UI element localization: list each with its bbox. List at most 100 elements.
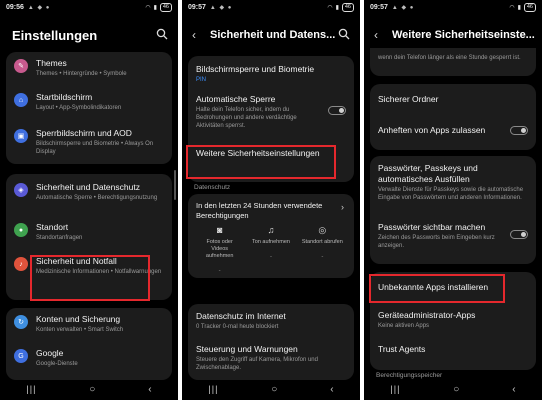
settings-item-lock-screen[interactable]: ▣ Sperrbildschirm und AOD Bildschirmsper… <box>6 122 172 164</box>
item-value: PIN <box>196 77 207 83</box>
permission-label: Ton aufnehmen <box>252 239 290 245</box>
home-button[interactable]: ○ <box>271 384 277 395</box>
screen-lock-biometrics-item[interactable]: Bildschirmsperre und Biometrie PIN <box>188 56 354 88</box>
settings-item-subtitle: Bildschirmsperre und Biometrie • Always … <box>36 141 154 155</box>
mic-icon: ♫ <box>267 225 275 235</box>
item-title: Steuerung und Warnungen <box>196 344 298 354</box>
permissions-card[interactable]: In den letzten 24 Stunden verwendete Ber… <box>188 194 354 278</box>
passwords-card: Passwörter, Passkeys und automatisches A… <box>370 156 536 264</box>
signal-icon: ▮ <box>517 4 521 11</box>
permission-label: Fotos oder Videos aufnehmen <box>205 239 234 259</box>
settings-item-accounts-backup[interactable]: ↻ Konten und Sicherung Konten verwalten … <box>6 308 172 342</box>
settings-item-subtitle: Themes • Hintergründe • Symbole <box>36 71 127 77</box>
status-time: 09:56 <box>6 3 24 11</box>
settings-item-themes[interactable]: ✎ Themes Themes • Hintergründe • Symbole <box>6 52 172 86</box>
controls-alerts-item[interactable]: Steuerung und Warnungen Steuere den Zugr… <box>188 338 354 380</box>
bell-icon: ♪ <box>14 257 28 271</box>
notification-icons: ▲ ◆ ● <box>209 4 233 11</box>
home-icon: ⌂ <box>14 93 28 107</box>
nav-bar: ||| ○ ‹ <box>364 378 542 400</box>
settings-item-title: Standort <box>36 222 69 232</box>
top-card-text: wenn dein Telefon länger als eine Stunde… <box>378 55 521 61</box>
settings-item-title: Sicherheit und Datenschutz <box>36 182 140 192</box>
recent-apps-button[interactable]: ||| <box>208 384 218 394</box>
recent-apps-button[interactable]: ||| <box>390 384 400 394</box>
app-pinning-toggle[interactable] <box>510 126 528 135</box>
back-button[interactable]: ‹ <box>512 384 515 395</box>
recent-apps-button[interactable]: ||| <box>26 384 36 394</box>
settings-item-home-screen[interactable]: ⌂ Startbildschirm Layout • App-Symbolind… <box>6 86 172 122</box>
folder-card: Sicherer Ordner Anheften von Apps zulass… <box>370 84 536 150</box>
permission-value: - <box>321 254 324 260</box>
home-button[interactable]: ○ <box>89 384 95 395</box>
app-pinning-item[interactable]: Anheften von Apps zulassen <box>370 116 536 150</box>
battery-icon: 46 <box>159 2 172 12</box>
scrollbar[interactable] <box>174 170 176 200</box>
top-card: wenn dein Telefon länger als eine Stunde… <box>370 48 536 76</box>
settings-item-title: Themes <box>36 58 67 68</box>
status-bar: 09:56 ▲ ◆ ● ◠ ▮ 46 <box>0 0 178 14</box>
highlight-box <box>369 274 505 303</box>
settings-item-google[interactable]: G Google Google-Dienste <box>6 342 172 376</box>
permission-microphone[interactable]: ♫ Ton aufnehmen - <box>250 225 292 274</box>
permission-location[interactable]: ◎ Standort abrufen - <box>301 225 343 274</box>
battery-icon: 46 <box>523 2 536 12</box>
status-bar: 09:57 ▲ ◆ ● ◠ ▮ 46 <box>364 0 542 14</box>
highlight-box <box>186 145 336 179</box>
more-security-settings-screen: 09:57 ▲ ◆ ● ◠ ▮ 46 ‹ Weitere Sicherheits… <box>364 0 542 400</box>
item-title: Passwörter sichtbar machen <box>378 222 486 232</box>
home-button[interactable]: ○ <box>453 384 459 395</box>
search-icon[interactable] <box>156 28 168 40</box>
settings-item-title: Konten und Sicherung <box>36 314 121 324</box>
show-passwords-item[interactable]: Passwörter sichtbar machen Zeichen des P… <box>370 216 536 264</box>
secure-folder-item[interactable]: Sicherer Ordner <box>370 84 536 116</box>
item-subtitle: Keine aktiven Apps <box>378 323 430 329</box>
permission-label: Standort abrufen <box>301 239 343 245</box>
settings-item-security-privacy[interactable]: ◈ Sicherheit und Datenschutz Automatisch… <box>6 174 172 216</box>
settings-item-subtitle: Layout • App-Symbolindikatoren <box>36 105 122 111</box>
auto-lock-item[interactable]: Automatische Sperre Halte dein Telefon s… <box>188 88 354 138</box>
item-subtitle: Verwalte Dienste für Passkeys sowie die … <box>378 187 524 201</box>
item-subtitle: Zeichen des Passworts beim Eingeben kurz… <box>378 235 495 249</box>
security-privacy-screen: 09:57 ▲ ◆ ● ◠ ▮ 46 ‹ Sicherheit und Date… <box>182 0 360 400</box>
battery-icon: 46 <box>341 2 354 12</box>
passwords-autofill-item[interactable]: Passwörter, Passkeys und automatisches A… <box>370 156 536 216</box>
permission-camera[interactable]: ◙ Fotos oder Videos aufnehmen - <box>199 225 241 274</box>
google-icon: G <box>14 349 28 363</box>
device-admin-apps-item[interactable]: Geräteadministrator-Apps Keine aktiven A… <box>370 304 536 336</box>
internet-privacy-item[interactable]: Datenschutz im Internet 0 Tracker 0-mal … <box>188 304 354 338</box>
settings-screen: 09:56 ▲ ◆ ● ◠ ▮ 46 Einstellungen ✎ Theme… <box>0 0 178 400</box>
item-title: Bildschirmsperre und Biometrie <box>196 64 315 74</box>
settings-group-accounts: ↻ Konten und Sicherung Konten verwalten … <box>6 308 172 380</box>
signal-icon: ▮ <box>335 4 339 11</box>
wifi-icon: ◠ <box>509 4 515 11</box>
camera-icon: ◙ <box>216 225 223 235</box>
privacy-card: Datenschutz im Internet 0 Tracker 0-mal … <box>188 304 354 380</box>
item-title: Geräteadministrator-Apps <box>378 310 476 320</box>
location-icon: ◎ <box>318 225 327 235</box>
status-bar: 09:57 ▲ ◆ ● ◠ ▮ 46 <box>182 0 360 14</box>
settings-item-title: Sperrbildschirm und AOD <box>36 128 132 138</box>
settings-item-location[interactable]: ● Standort Standortanfragen <box>6 216 172 250</box>
permissions-grid: ◙ Fotos oder Videos aufnehmen - ♫ Ton au… <box>188 221 354 274</box>
trust-agents-item[interactable]: Trust Agents <box>370 336 536 366</box>
palette-icon: ✎ <box>14 59 28 73</box>
status-time: 09:57 <box>188 3 206 11</box>
auto-lock-toggle[interactable] <box>328 106 346 115</box>
back-arrow-icon[interactable]: ‹ <box>374 28 378 42</box>
back-button[interactable]: ‹ <box>148 384 151 395</box>
page-title: Weitere Sicherheitseinste... <box>392 29 535 41</box>
section-header: Datenschutz <box>194 184 231 191</box>
chevron-right-icon: › <box>341 202 344 212</box>
item-title: Anheften von Apps zulassen <box>378 125 486 135</box>
sync-icon: ↻ <box>14 315 28 329</box>
item-title: Datenschutz im Internet <box>196 311 286 321</box>
notification-icons: ▲ ◆ ● <box>391 4 415 11</box>
search-icon[interactable] <box>338 28 350 40</box>
signal-icon: ▮ <box>153 4 157 11</box>
back-arrow-icon[interactable]: ‹ <box>192 28 196 42</box>
settings-item-subtitle: Google-Dienste <box>36 361 78 367</box>
back-button[interactable]: ‹ <box>330 384 333 395</box>
settings-group-display: ✎ Themes Themes • Hintergründe • Symbole… <box>6 52 172 164</box>
show-passwords-toggle[interactable] <box>510 230 528 239</box>
